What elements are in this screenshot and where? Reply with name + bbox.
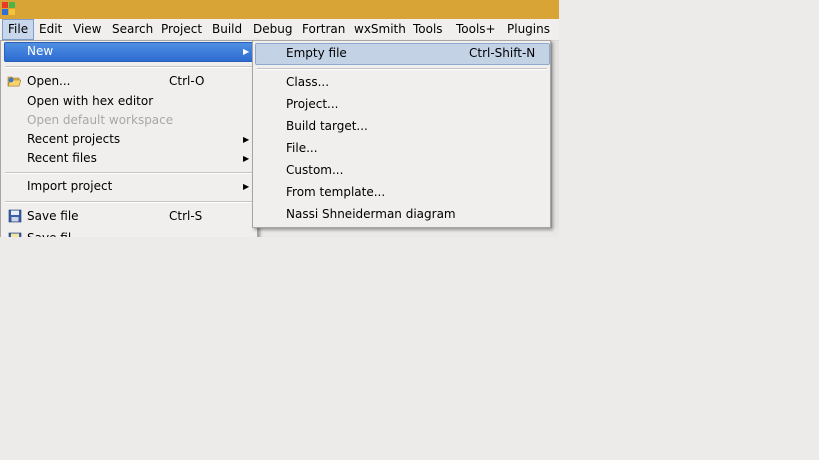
menu-tools-plus[interactable]: Tools+ <box>451 19 501 40</box>
file-menu-open-hex[interactable]: Open with hex editor <box>27 91 153 111</box>
file-menu-import-project[interactable]: Import project <box>27 176 112 196</box>
menu-fortran[interactable]: Fortran <box>297 19 350 40</box>
file-menu-recent-files[interactable]: Recent files <box>27 148 97 168</box>
title-bar <box>0 0 559 19</box>
file-menu-recent-projects[interactable]: Recent projects <box>27 129 120 149</box>
new-project[interactable]: Project... <box>286 94 339 114</box>
toolbar-background <box>551 41 559 237</box>
file-menu-open[interactable]: Open... <box>27 71 71 91</box>
save-shortcut: Ctrl-S <box>169 209 203 223</box>
empty-file-shortcut: Ctrl-Shift-N <box>469 46 536 60</box>
new-empty-file[interactable]: Empty file <box>286 43 347 63</box>
floppy-disk-icon <box>8 232 22 237</box>
file-menu-dropdown: New ▶ Open... Ctrl-O Open with hex edito… <box>0 40 258 237</box>
menu-file[interactable]: File <box>2 19 35 40</box>
menu-search[interactable]: Search <box>107 19 158 40</box>
app-icon <box>2 2 16 16</box>
floppy-disk-icon <box>8 209 22 223</box>
new-from-template[interactable]: From template... <box>286 182 385 202</box>
submenu-arrow-icon: ▶ <box>243 135 250 144</box>
application-window: File Edit View Search Project Build Debu… <box>0 0 559 237</box>
folder-open-icon <box>7 76 21 87</box>
menu-edit[interactable]: Edit <box>34 19 67 40</box>
menu-project[interactable]: Project <box>156 19 207 40</box>
menu-separator <box>257 68 547 70</box>
submenu-arrow-icon: ▶ <box>243 154 250 163</box>
new-submenu: Empty file Ctrl-Shift-N Class... Project… <box>252 40 551 228</box>
menu-bar: File Edit View Search Project Build Debu… <box>0 19 559 41</box>
menu-separator <box>5 201 253 203</box>
menu-separator <box>5 66 253 68</box>
menu-tools[interactable]: Tools <box>408 19 448 40</box>
file-menu-save-partial[interactable]: Save fil <box>27 228 71 237</box>
open-shortcut: Ctrl-O <box>169 74 205 88</box>
submenu-arrow-icon: ▶ <box>243 182 250 191</box>
submenu-arrow-icon: ▶ <box>243 47 250 56</box>
new-custom[interactable]: Custom... <box>286 160 343 180</box>
file-menu-save-file[interactable]: Save file <box>27 206 79 226</box>
file-menu-open-default-workspace[interactable]: Open default workspace <box>27 110 173 130</box>
menu-debug[interactable]: Debug <box>248 19 297 40</box>
new-build-target[interactable]: Build target... <box>286 116 368 136</box>
file-menu-new[interactable]: New <box>27 41 53 61</box>
new-class[interactable]: Class... <box>286 72 329 92</box>
menu-build[interactable]: Build <box>207 19 247 40</box>
menu-wxsmith[interactable]: wxSmith <box>349 19 411 40</box>
menu-plugins[interactable]: Plugins <box>502 19 555 40</box>
new-file[interactable]: File... <box>286 138 318 158</box>
new-nassi-shneiderman[interactable]: Nassi Shneiderman diagram <box>286 204 456 224</box>
menu-view[interactable]: View <box>68 19 106 40</box>
editor-area-edge <box>256 228 559 237</box>
menu-separator <box>5 172 253 174</box>
